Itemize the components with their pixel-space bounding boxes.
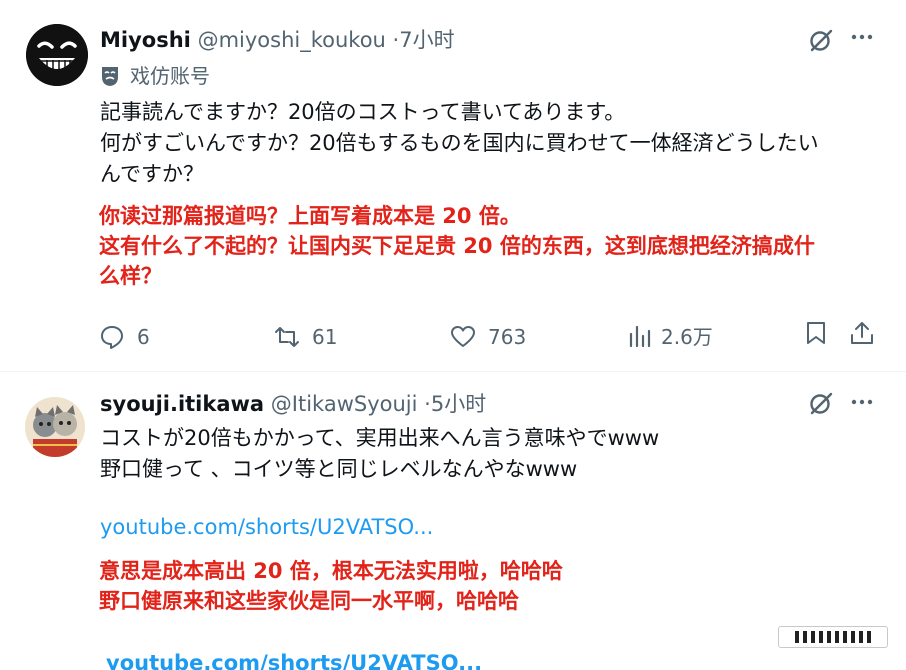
- text-line: コストが20倍もかかって、実用出来へん言う意味やでwww: [100, 426, 660, 450]
- more-icon[interactable]: [850, 25, 874, 54]
- youtube-link-annotation[interactable]: youtube.com/shorts/U2VATSO...: [106, 649, 482, 670]
- translation-line: 这有什么了不起的？让国内买下足足贵 20 倍的东西，这到底想把经济搞成什: [99, 234, 815, 258]
- reply-icon: [101, 326, 123, 349]
- tweet-text: コストが20倍もかかって、実用出来へん言う意味やでwww 野口健って 、コイツ等…: [100, 423, 880, 485]
- tweet-syouji[interactable]: syouji.itikawa @ItikawSyouji ·5小时 コストが20…: [0, 373, 906, 670]
- text-line: んですか？: [100, 162, 204, 186]
- avatar-cats-icon: [25, 397, 85, 457]
- separator: ·: [424, 392, 431, 416]
- watermark-logo: [778, 626, 888, 648]
- avatar-syouji[interactable]: [25, 397, 85, 457]
- handle[interactable]: @miyoshi_koukou: [198, 28, 386, 52]
- reply-count: 6: [137, 325, 150, 349]
- views-button[interactable]: 2.6万: [627, 320, 713, 354]
- translation-annotation: 你读过那篇报道吗？上面写着成本是 20 倍。 这有什么了不起的？让国内买下足足贵…: [99, 201, 889, 291]
- more-icon[interactable]: [850, 390, 874, 419]
- tweet-text: 記事読んでますか？20倍のコストって書いてあります。 何がすごいんですか？20倍…: [100, 97, 880, 190]
- youtube-link[interactable]: youtube.com/shorts/U2VATSO...: [100, 513, 433, 541]
- views-icon: [629, 325, 651, 348]
- text-line: 野口健って 、コイツ等と同じレベルなんやなwww: [100, 457, 578, 481]
- tweet-miyoshi[interactable]: Miyoshi @miyoshi_koukou ·7小时 戏仿账号 記事読んでま…: [0, 0, 906, 372]
- translation-line: 么样？: [99, 264, 162, 288]
- translation-line: 野口健原来和这些家伙是同一水平啊，哈哈哈: [99, 589, 519, 613]
- tweet-header: syouji.itikawa @ItikawSyouji ·5小时: [100, 390, 486, 418]
- like-button[interactable]: 763: [450, 320, 526, 354]
- display-name[interactable]: syouji.itikawa: [100, 392, 264, 416]
- avatar-face-icon: [26, 24, 88, 86]
- like-count: 763: [488, 325, 527, 349]
- grok-icon[interactable]: [808, 27, 834, 53]
- bookmark-button[interactable]: [803, 320, 829, 346]
- display-name[interactable]: Miyoshi: [100, 28, 191, 52]
- translation-line: 意思是成本高出 20 倍，根本无法实用啦，哈哈哈: [99, 559, 563, 583]
- reply-button[interactable]: 6: [99, 320, 150, 354]
- timestamp[interactable]: 5小时: [431, 392, 486, 416]
- timestamp[interactable]: 7小时: [399, 28, 454, 52]
- handle[interactable]: @ItikawSyouji: [271, 392, 418, 416]
- text-line: 記事読んでますか？20倍のコストって書いてあります。: [100, 100, 626, 124]
- grok-icon[interactable]: [808, 390, 834, 416]
- share-icon: [851, 322, 873, 344]
- action-bar: 6 61 763 2.6万: [0, 320, 906, 354]
- parody-badge: 戏仿账号: [100, 62, 210, 90]
- like-icon: [451, 326, 475, 347]
- tweet-header: Miyoshi @miyoshi_koukou ·7小时: [100, 26, 455, 54]
- avatar-miyoshi[interactable]: [26, 24, 88, 86]
- translation-annotation: 意思是成本高出 20 倍，根本无法实用啦，哈哈哈 野口健原来和这些家伙是同一水平…: [99, 556, 889, 616]
- parody-mask-icon: [102, 67, 118, 86]
- repost-count: 61: [312, 325, 338, 349]
- repost-icon: [275, 327, 299, 347]
- translation-line: 你读过那篇报道吗？上面写着成本是 20 倍。: [99, 204, 521, 228]
- text-line: 何がすごいんですか？20倍もするものを国内に買わせて一体経済どうしたい: [100, 131, 819, 155]
- share-button[interactable]: [849, 320, 875, 346]
- bookmark-icon: [807, 322, 825, 344]
- parody-label: 戏仿账号: [130, 64, 210, 88]
- view-count: 2.6万: [661, 325, 713, 349]
- repost-button[interactable]: 61: [274, 320, 337, 354]
